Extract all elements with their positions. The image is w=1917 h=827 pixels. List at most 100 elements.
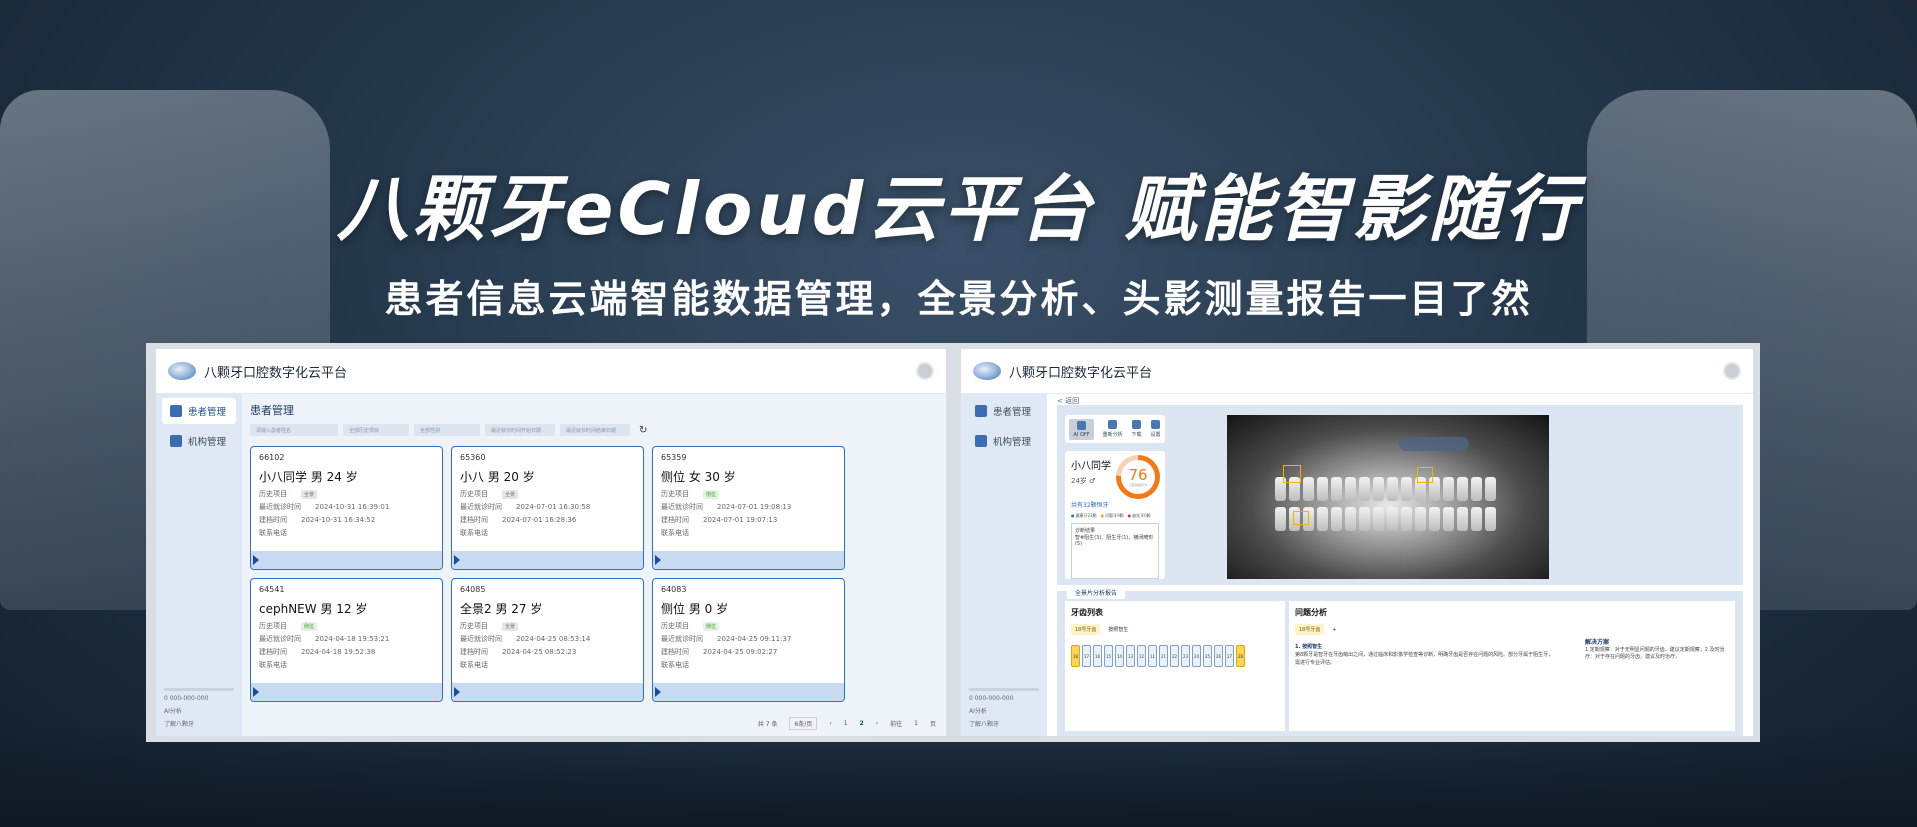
patient-name: 小八 男 20 岁 bbox=[460, 470, 535, 484]
goto-input[interactable]: 1 bbox=[914, 720, 918, 727]
field-label: 建档时间 bbox=[460, 516, 488, 524]
health-score-caption: 口腔健康评分 bbox=[1128, 482, 1147, 487]
field-label: 联系电话 bbox=[460, 661, 488, 669]
history-row: 历史项目 全景 bbox=[460, 621, 635, 631]
tool-label: 下载 bbox=[1131, 432, 1142, 438]
user-avatar-icon[interactable] bbox=[916, 362, 934, 380]
tooth-number[interactable]: 13 bbox=[1126, 645, 1135, 667]
footer-link[interactable]: 了解八颗牙 bbox=[969, 719, 1039, 728]
legend-missing: 缺失牙0颗 bbox=[1128, 513, 1151, 519]
tooth-chip[interactable]: 18号牙齿 bbox=[1071, 624, 1101, 635]
xray-tooth bbox=[1471, 477, 1482, 501]
date-start-input[interactable]: 最近就诊时间开始日期 bbox=[485, 424, 555, 436]
panoramic-xray-image[interactable] bbox=[1227, 415, 1549, 579]
tooth-number[interactable]: 28 bbox=[1236, 645, 1245, 667]
field-label: 建档时间 bbox=[460, 648, 488, 656]
project-tag[interactable]: 侧位 bbox=[301, 621, 318, 631]
issue-chip[interactable]: 18号牙齿 bbox=[1295, 624, 1325, 635]
field-label: 联系电话 bbox=[460, 529, 488, 537]
patient-card[interactable]: 66102 小八同学 男 24 岁历史项目 全景 最近就诊时间 2024-10-31 1… bbox=[250, 446, 443, 570]
sidebar-item-patients[interactable]: 患者管理 bbox=[967, 398, 1041, 424]
user-avatar-icon[interactable] bbox=[1723, 362, 1741, 380]
detection-box[interactable] bbox=[1283, 465, 1301, 483]
card-expand-button[interactable] bbox=[452, 551, 643, 569]
detection-box[interactable] bbox=[1417, 467, 1433, 483]
page-size-select[interactable]: 6条/页 bbox=[789, 717, 818, 730]
xray-tooth bbox=[1401, 477, 1412, 501]
tooth-number[interactable]: 15 bbox=[1104, 645, 1113, 667]
report-tab[interactable]: 全景片分析报告 bbox=[1067, 585, 1126, 599]
name-search-input[interactable]: 请输入患者姓名 bbox=[250, 424, 338, 436]
page-1-button[interactable]: 1 bbox=[844, 720, 848, 727]
prev-page-button[interactable]: ‹ bbox=[829, 720, 831, 727]
add-icon[interactable]: + bbox=[1328, 625, 1340, 635]
tooth-number[interactable]: 21 bbox=[1159, 645, 1168, 667]
settings-button[interactable]: 设置 bbox=[1150, 420, 1161, 438]
page-unit-label: 页 bbox=[929, 721, 936, 728]
date-end-input[interactable]: 最近就诊时间结束日期 bbox=[560, 424, 630, 436]
tooth-number[interactable]: 23 bbox=[1181, 645, 1190, 667]
phone-row: 联系电话 bbox=[661, 660, 836, 670]
tooth-number[interactable]: 11 bbox=[1148, 645, 1157, 667]
field-label: 建档时间 bbox=[661, 648, 689, 656]
issue-title: 问题分析 bbox=[1295, 608, 1327, 617]
tooth-number[interactable]: 14 bbox=[1115, 645, 1124, 667]
download-button[interactable]: 下载 bbox=[1132, 420, 1142, 438]
sidebar-item-label: 患者管理 bbox=[993, 407, 1032, 418]
tooth-number[interactable]: 16 bbox=[1093, 645, 1102, 667]
gender-select[interactable]: 全部性别 bbox=[414, 424, 480, 436]
field-value: 2024-10-31 16:34:52 bbox=[301, 516, 376, 524]
tooth-number[interactable]: 24 bbox=[1192, 645, 1201, 667]
next-page-button[interactable]: › bbox=[876, 720, 878, 727]
page-2-button[interactable]: 2 bbox=[860, 720, 864, 727]
pagination: 共 7 条 6条/页 ‹ 1 2 › 前往 1 页 bbox=[758, 717, 936, 730]
project-tag[interactable]: 全景 bbox=[301, 489, 318, 499]
field-label: 历史项目 bbox=[661, 622, 689, 630]
project-tag[interactable]: 侧位 bbox=[703, 489, 720, 499]
sidebar-item-institutions[interactable]: 机构管理 bbox=[162, 428, 236, 454]
tooth-number[interactable]: 18 bbox=[1071, 645, 1080, 667]
field-label: 历史项目 bbox=[259, 490, 287, 498]
recent-visit-row: 最近就诊时间 2024-04-18 19:53:21 bbox=[259, 634, 434, 644]
card-expand-button[interactable] bbox=[251, 683, 442, 701]
card-expand-button[interactable] bbox=[452, 683, 643, 701]
patient-card[interactable]: 65360 小八 男 20 岁历史项目 全景 最近就诊时间 2024-07-01 16:… bbox=[451, 446, 644, 570]
xray-zoom-toolbar[interactable] bbox=[1399, 437, 1469, 451]
brand-title: 八颗牙口腔数字化云平台 bbox=[1009, 365, 1153, 381]
project-tag[interactable]: 侧位 bbox=[703, 621, 720, 631]
total-count: 共 7 条 bbox=[757, 721, 778, 728]
sidebar-item-label: 机构管理 bbox=[993, 437, 1032, 448]
patient-card[interactable]: 65359 侧位 女 30 岁历史项目 侧位 最近就诊时间 2024-07-01 19:… bbox=[652, 446, 845, 570]
detection-box[interactable] bbox=[1293, 511, 1309, 525]
patient-card-grid: 66102 小八同学 男 24 岁历史项目 全景 最近就诊时间 2024-10-31 1… bbox=[250, 446, 938, 702]
patient-card[interactable]: 64083 侧位 男 0 岁历史项目 侧位 最近就诊时间 2024-04-25 09:1… bbox=[652, 578, 845, 702]
field-label: 联系电话 bbox=[661, 529, 689, 537]
tooth-chip[interactable]: 按照智生 bbox=[1104, 624, 1132, 635]
card-expand-button[interactable] bbox=[251, 551, 442, 569]
sidebar-item-patients[interactable]: 患者管理 bbox=[162, 398, 236, 424]
top-bar: 八颗牙口腔数字化云平台 bbox=[961, 349, 1753, 394]
ai-toggle-button[interactable]: AI OFF bbox=[1069, 418, 1094, 440]
patient-card[interactable]: 64541 cephNEW 男 12 岁历史项目 侧位 最近就诊时间 2024-04-1… bbox=[250, 578, 443, 702]
footer-link[interactable]: 了解八颗牙 bbox=[164, 719, 234, 728]
tooth-number[interactable]: 25 bbox=[1203, 645, 1212, 667]
tooth-number[interactable]: 27 bbox=[1225, 645, 1234, 667]
field-label: 最近就诊时间 bbox=[661, 635, 703, 643]
logo-icon bbox=[168, 362, 196, 380]
issue-analysis-panel: 问题分析 18号牙齿 + 1. 按照智生 第8颗牙是智牙在牙齿萌出之间，通过临床… bbox=[1289, 601, 1735, 731]
patient-card[interactable]: 64085 全景2 男 27 岁历史项目 全景 最近就诊时间 2024-04-25 08… bbox=[451, 578, 644, 702]
tooth-number[interactable]: 22 bbox=[1170, 645, 1179, 667]
card-expand-button[interactable] bbox=[653, 683, 844, 701]
card-expand-button[interactable] bbox=[653, 551, 844, 569]
field-value: 2024-04-18 19:53:21 bbox=[315, 635, 390, 643]
project-tag[interactable]: 全景 bbox=[502, 621, 519, 631]
reanalyze-button[interactable]: 重新分析 bbox=[1103, 420, 1123, 438]
history-select[interactable]: 全部历史项目 bbox=[343, 424, 409, 436]
teeth-count-link[interactable]: 共有32颗恒牙 bbox=[1071, 500, 1159, 509]
sidebar-item-institutions[interactable]: 机构管理 bbox=[967, 428, 1041, 454]
project-tag[interactable]: 全景 bbox=[502, 489, 519, 499]
refresh-icon[interactable]: ↻ bbox=[639, 425, 647, 436]
tooth-number[interactable]: 26 bbox=[1214, 645, 1223, 667]
tooth-number[interactable]: 17 bbox=[1082, 645, 1091, 667]
tooth-number[interactable]: 12 bbox=[1137, 645, 1146, 667]
